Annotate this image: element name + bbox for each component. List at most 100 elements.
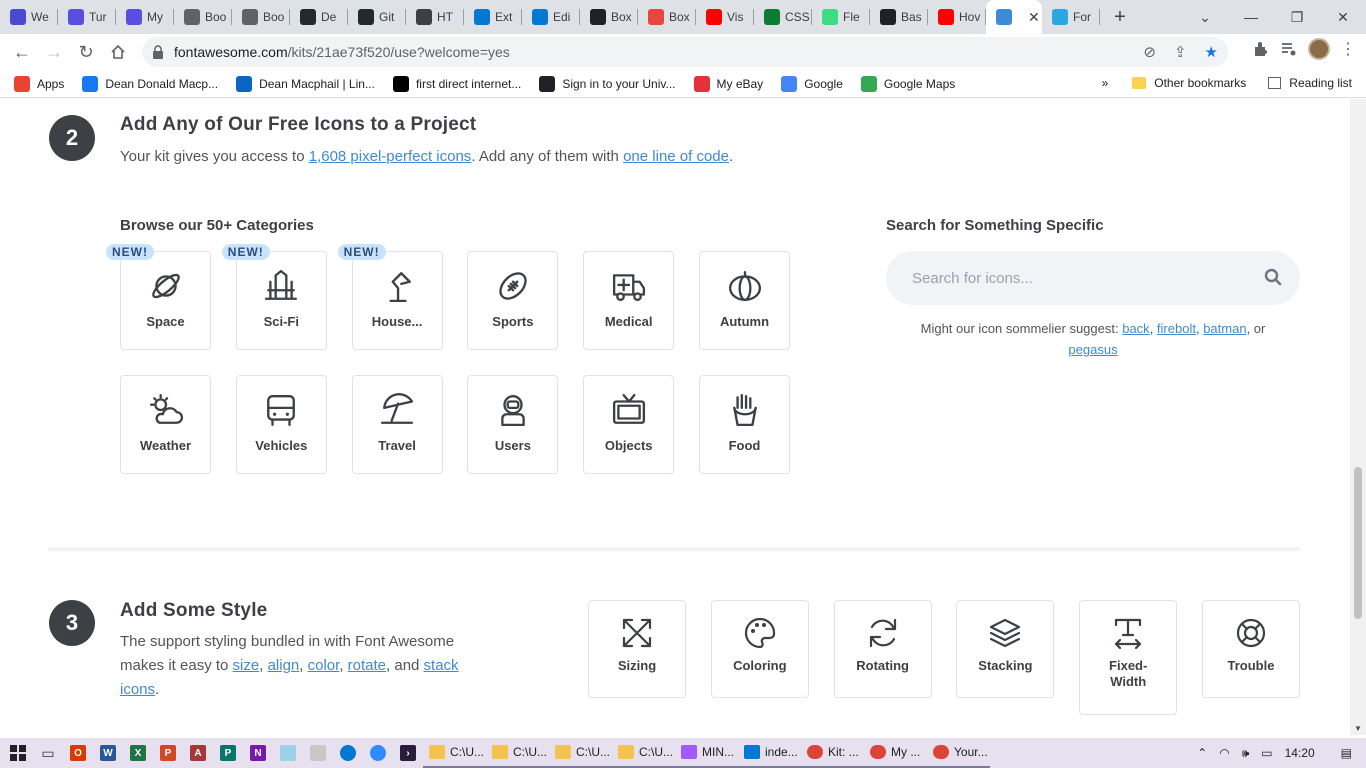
browser-tab[interactable]: Tur <box>58 0 116 34</box>
style-card-stacking[interactable]: Stacking <box>956 600 1055 698</box>
taskbar-window[interactable]: Kit: ... <box>801 738 864 768</box>
reading-list-button[interactable]: Reading list <box>1268 76 1352 90</box>
profile-avatar[interactable] <box>1308 38 1330 60</box>
suggestion-link-firebolt[interactable]: firebolt <box>1157 321 1196 336</box>
browser-tab[interactable]: HT <box>406 0 464 34</box>
taskbar-window[interactable]: inde... <box>738 738 801 768</box>
style-card-trouble[interactable]: Trouble <box>1202 600 1300 698</box>
taskbar-window[interactable]: C:\U... <box>423 738 486 768</box>
taskbar-window[interactable]: MIN... <box>675 738 738 768</box>
suggestion-link-pegasus[interactable]: pegasus <box>1068 342 1117 357</box>
browser-tab[interactable]: Boo <box>174 0 232 34</box>
category-card-scifi[interactable]: Sci-Fi <box>235 251 327 350</box>
browser-tab[interactable]: Bas <box>870 0 928 34</box>
excel-app-icon[interactable]: X <box>123 738 153 768</box>
close-window-button[interactable]: ✕ <box>1320 0 1366 34</box>
browser-tab[interactable]: Fle <box>812 0 870 34</box>
align-link[interactable]: align <box>268 657 300 674</box>
browser-tab[interactable]: Box <box>580 0 638 34</box>
search-icon[interactable] <box>1264 268 1282 286</box>
onedrive-app-icon[interactable] <box>333 738 363 768</box>
browser-tab[interactable]: Box <box>638 0 696 34</box>
bookmark-item[interactable]: Apps <box>14 75 64 92</box>
browser-tab[interactable]: Vis <box>696 0 754 34</box>
bookmark-item[interactable]: first direct internet... <box>392 75 521 92</box>
battery-icon[interactable]: ▭ <box>1261 746 1272 760</box>
taskbar-window[interactable]: Your... <box>927 738 990 768</box>
browser-tab[interactable]: We <box>0 0 58 34</box>
icons-count-link[interactable]: 1,608 pixel-perfect icons <box>309 148 472 165</box>
style-card-fixedwidth[interactable]: Fixed-Width <box>1079 600 1178 715</box>
taskbar-window[interactable]: C:\U... <box>549 738 612 768</box>
category-card-medical[interactable]: Medical <box>583 251 675 350</box>
category-card-house[interactable]: House... <box>351 251 443 350</box>
category-card-space[interactable]: Space <box>120 251 211 350</box>
browser-tab[interactable]: CSS <box>754 0 812 34</box>
one-line-code-link[interactable]: one line of code <box>623 148 729 165</box>
volume-icon[interactable]: 🕪 <box>1242 746 1250 761</box>
browser-tab[interactable]: Boo <box>232 0 290 34</box>
bookmark-item[interactable]: My eBay <box>693 75 763 92</box>
category-card-food[interactable]: Food <box>699 375 790 474</box>
zoom-app-icon[interactable] <box>363 738 393 768</box>
clock[interactable]: 14:20 <box>1285 746 1315 760</box>
browser-tab[interactable]: De <box>290 0 348 34</box>
style-card-coloring[interactable]: Coloring <box>710 600 809 698</box>
reload-button[interactable]: ↻ <box>70 36 102 68</box>
paint-app-icon[interactable] <box>303 738 333 768</box>
bookmark-star-icon[interactable]: ★ <box>1205 43 1218 61</box>
suggestion-link-batman[interactable]: batman <box>1203 321 1246 336</box>
powerpoint-app-icon[interactable]: P <box>153 738 183 768</box>
suggestion-link-back[interactable]: back <box>1122 321 1149 336</box>
bookmarks-overflow-button[interactable]: » <box>1102 76 1109 90</box>
media-control-icon[interactable] <box>1280 40 1298 58</box>
browser-tab[interactable]: ✕ <box>986 0 1042 34</box>
taskbar-window[interactable]: C:\U... <box>612 738 675 768</box>
forward-button[interactable]: → <box>38 36 70 68</box>
rotate-link[interactable]: rotate <box>348 657 386 674</box>
page-scrollbar[interactable]: ▼ <box>1350 99 1366 735</box>
scroll-down-arrow[interactable]: ▼ <box>1354 724 1362 733</box>
home-button[interactable] <box>102 36 134 68</box>
browser-tab[interactable]: Hov <box>928 0 986 34</box>
extensions-icon[interactable] <box>1252 40 1270 58</box>
style-card-sizing[interactable]: Sizing <box>588 600 686 698</box>
category-card-users[interactable]: Users <box>467 375 559 474</box>
category-card-weather[interactable]: Weather <box>120 375 211 474</box>
bookmark-item[interactable]: Dean Macphail | Lin... <box>236 75 375 92</box>
new-tab-button[interactable]: + <box>1106 6 1134 29</box>
category-card-objects[interactable]: Objects <box>583 375 675 474</box>
wifi-icon[interactable]: ◠ <box>1219 746 1229 760</box>
taskbar-window[interactable]: My ... <box>864 738 927 768</box>
bookmark-item[interactable]: Sign in to your Univ... <box>539 75 676 92</box>
office-app-icon[interactable]: O <box>63 738 93 768</box>
category-card-travel[interactable]: Travel <box>351 375 443 474</box>
browser-tab[interactable]: Edi <box>522 0 580 34</box>
notifications-icon[interactable]: ▤ <box>1341 746 1352 760</box>
tray-chevron-icon[interactable]: ⌃ <box>1197 746 1207 760</box>
other-bookmarks-folder[interactable]: Other bookmarks <box>1132 76 1246 90</box>
category-card-autumn[interactable]: Autumn <box>699 251 790 350</box>
word-app-icon[interactable]: W <box>93 738 123 768</box>
restore-button[interactable]: ❐ <box>1274 0 1320 34</box>
browser-tab[interactable]: My <box>116 0 174 34</box>
category-card-sports[interactable]: Sports <box>467 251 559 350</box>
minimize-button[interactable]: — <box>1228 0 1274 34</box>
color-link[interactable]: color <box>308 657 340 674</box>
style-card-rotating[interactable]: Rotating <box>833 600 932 698</box>
address-bar[interactable]: fontawesome.com/kits/21ae73f520/use?welc… <box>142 37 1228 67</box>
bookmark-item[interactable]: Dean Donald Macp... <box>82 75 218 92</box>
share-icon[interactable]: ⇪ <box>1174 43 1187 61</box>
access-app-icon[interactable]: A <box>183 738 213 768</box>
start-button[interactable] <box>3 738 33 768</box>
notepad-app-icon[interactable] <box>273 738 303 768</box>
task-view-button[interactable]: ▭ <box>33 738 63 768</box>
browser-tab[interactable]: Git <box>348 0 406 34</box>
scrollbar-thumb[interactable] <box>1354 467 1362 619</box>
icon-search-input[interactable]: Search for icons... <box>886 251 1300 305</box>
browser-menu-icon[interactable]: ⋮ <box>1340 39 1356 59</box>
back-button[interactable]: ← <box>6 36 38 68</box>
browser-tab[interactable]: For <box>1042 0 1100 34</box>
taskbar-window[interactable]: C:\U... <box>486 738 549 768</box>
terminal-app-icon[interactable]: › <box>393 738 423 768</box>
